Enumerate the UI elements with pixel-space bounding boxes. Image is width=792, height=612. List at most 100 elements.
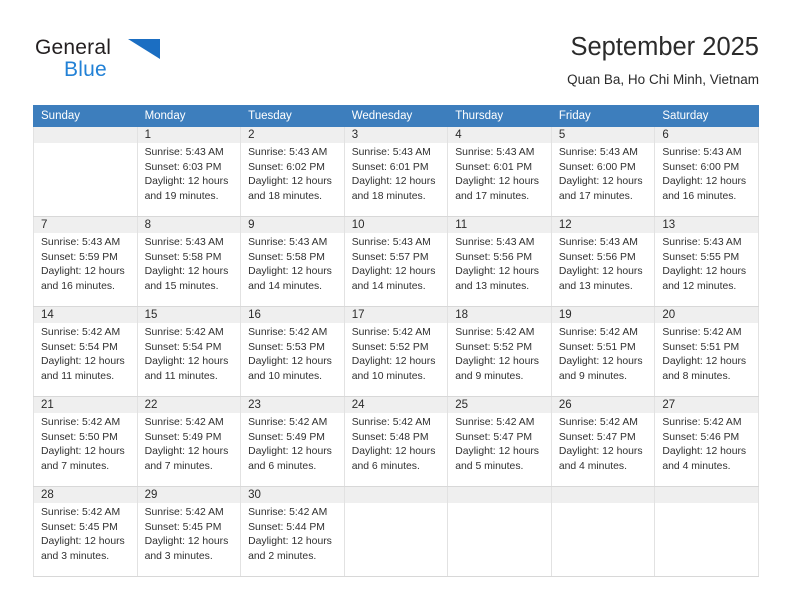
calendar-day-cell[interactable]: 15 Sunrise: 5:42 AM Sunset: 5:54 PM Dayligh…: [136, 306, 242, 397]
calendar-day-cell[interactable]: 26 Sunrise: 5:42 AM Sunset: 5:47 PM Dayligh…: [550, 396, 656, 487]
daylight-text: Daylight: 12 hours and 5 minutes.: [455, 446, 539, 472]
weekday-header-wednesday: Wednesday: [343, 105, 449, 127]
weekday-header-friday: Friday: [550, 105, 656, 127]
calendar-page: General Blue September 2025 Quan Ba, Ho …: [0, 0, 792, 612]
day-sun-info: Sunrise: 5:42 AM Sunset: 5:46 PM Daylight:…: [655, 413, 758, 474]
calendar-day-cell[interactable]: 24 Sunrise: 5:42 AM Sunset: 5:48 PM Dayligh…: [343, 396, 449, 487]
day-sun-info: Sunrise: 5:43 AM Sunset: 5:58 PM Daylight:…: [138, 233, 241, 294]
calendar-day-cell[interactable]: 16 Sunrise: 5:42 AM Sunset: 5:53 PM Dayligh…: [240, 306, 345, 397]
calendar-day-cell[interactable]: 1 Sunrise: 5:43 AM Sunset: 6:03 PM Daylight…: [136, 126, 242, 217]
day-cell-inner: [344, 487, 448, 576]
daylight-text: Daylight: 12 hours and 18 minutes.: [351, 176, 436, 202]
sunset-text: Sunset: 5:58 PM: [248, 251, 325, 263]
day-sun-info: Sunrise: 5:43 AM Sunset: 5:56 PM Daylight:…: [448, 233, 551, 294]
day-cell-inner: 22 Sunrise: 5:42 AM Sunset: 5:49 PM Dayligh…: [137, 397, 241, 486]
day-sun-info: Sunrise: 5:42 AM Sunset: 5:44 PM Daylight:…: [241, 503, 344, 564]
calendar-day-cell[interactable]: 12 Sunrise: 5:43 AM Sunset: 5:56 PM Dayligh…: [550, 216, 656, 307]
day-number: [344, 487, 448, 503]
day-sun-info: Sunrise: 5:43 AM Sunset: 6:00 PM Daylight:…: [552, 143, 655, 204]
calendar-day-cell[interactable]: 7 Sunrise: 5:43 AM Sunset: 5:59 PM Daylight…: [33, 216, 138, 307]
sunset-text: Sunset: 6:01 PM: [351, 161, 429, 173]
day-cell-inner: 2 Sunrise: 5:43 AM Sunset: 6:02 PM Daylight…: [241, 127, 344, 216]
day-number: 21: [34, 397, 137, 413]
day-cell-inner: 16 Sunrise: 5:42 AM Sunset: 5:53 PM Dayligh…: [241, 307, 344, 396]
calendar-day-cell[interactable]: 28 Sunrise: 5:42 AM Sunset: 5:45 PM Dayligh…: [33, 486, 138, 577]
calendar-day-cell[interactable]: 22 Sunrise: 5:42 AM Sunset: 5:49 PM Dayligh…: [136, 396, 242, 487]
calendar-day-cell-empty: [447, 486, 552, 577]
calendar-day-cell[interactable]: 10 Sunrise: 5:43 AM Sunset: 5:57 PM Dayligh…: [343, 216, 449, 307]
general-blue-logo[interactable]: General Blue: [35, 36, 235, 94]
calendar-day-cell[interactable]: 5 Sunrise: 5:43 AM Sunset: 6:00 PM Daylight…: [550, 126, 656, 217]
sunrise-text: Sunrise: 5:43 AM: [41, 237, 121, 248]
sunset-text: Sunset: 5:50 PM: [41, 431, 118, 443]
daylight-text: Daylight: 12 hours and 10 minutes.: [351, 356, 436, 382]
sunrise-text: Sunrise: 5:42 AM: [558, 327, 638, 338]
day-sun-info: Sunrise: 5:43 AM Sunset: 5:58 PM Daylight:…: [241, 233, 344, 294]
day-number: 7: [34, 217, 137, 233]
day-sun-info: Sunrise: 5:42 AM Sunset: 5:52 PM Daylight:…: [345, 323, 448, 384]
sunset-text: Sunset: 5:44 PM: [248, 521, 325, 533]
day-cell-inner: 12 Sunrise: 5:43 AM Sunset: 5:56 PM Dayligh…: [551, 217, 655, 306]
calendar-day-cell[interactable]: 29 Sunrise: 5:42 AM Sunset: 5:45 PM Dayligh…: [136, 486, 242, 577]
calendar-week-row: 21 Sunrise: 5:42 AM Sunset: 5:50 PM Dayligh…: [33, 396, 759, 487]
day-cell-inner: 15 Sunrise: 5:42 AM Sunset: 5:54 PM Dayligh…: [137, 307, 241, 396]
weekday-header-row: Sunday Monday Tuesday Wednesday Thursday…: [33, 105, 759, 127]
sunset-text: Sunset: 5:48 PM: [351, 431, 429, 443]
sunset-text: Sunset: 5:54 PM: [41, 341, 118, 353]
day-cell-inner: 5 Sunrise: 5:43 AM Sunset: 6:00 PM Daylight…: [551, 127, 655, 216]
calendar-day-cell[interactable]: 14 Sunrise: 5:42 AM Sunset: 5:54 PM Dayligh…: [33, 306, 138, 397]
day-cell-inner: 23 Sunrise: 5:42 AM Sunset: 5:49 PM Dayligh…: [241, 397, 344, 486]
calendar-day-cell[interactable]: 9 Sunrise: 5:43 AM Sunset: 5:58 PM Daylight…: [240, 216, 345, 307]
day-number: 27: [655, 397, 758, 413]
day-number: 8: [137, 217, 241, 233]
calendar-day-cell[interactable]: 19 Sunrise: 5:42 AM Sunset: 5:51 PM Dayligh…: [550, 306, 656, 397]
calendar-day-cell-empty: [550, 486, 656, 577]
day-cell-inner: 17 Sunrise: 5:42 AM Sunset: 5:52 PM Dayligh…: [344, 307, 448, 396]
daylight-text: Daylight: 12 hours and 15 minutes.: [144, 266, 229, 292]
sunset-text: Sunset: 5:51 PM: [558, 341, 636, 353]
daylight-text: Daylight: 12 hours and 17 minutes.: [455, 176, 539, 202]
weekday-header-monday: Monday: [136, 105, 242, 127]
sunrise-text: Sunrise: 5:42 AM: [248, 507, 328, 518]
sunrise-text: Sunrise: 5:43 AM: [351, 237, 431, 248]
day-number: 26: [551, 397, 655, 413]
calendar-day-cell[interactable]: 20 Sunrise: 5:42 AM Sunset: 5:51 PM Dayligh…: [654, 306, 759, 397]
daylight-text: Daylight: 12 hours and 16 minutes.: [41, 266, 125, 292]
day-cell-inner: 24 Sunrise: 5:42 AM Sunset: 5:48 PM Dayligh…: [344, 397, 448, 486]
calendar-body: 1 Sunrise: 5:43 AM Sunset: 6:03 PM Daylight…: [33, 126, 759, 577]
day-sun-info: Sunrise: 5:42 AM Sunset: 5:54 PM Daylight:…: [34, 323, 137, 384]
calendar-day-cell[interactable]: 30 Sunrise: 5:42 AM Sunset: 5:44 PM Dayligh…: [240, 486, 345, 577]
calendar-day-cell[interactable]: 25 Sunrise: 5:42 AM Sunset: 5:47 PM Dayligh…: [447, 396, 552, 487]
day-number: 16: [241, 307, 344, 323]
calendar-day-cell[interactable]: 4 Sunrise: 5:43 AM Sunset: 6:01 PM Daylight…: [447, 126, 552, 217]
calendar-day-cell[interactable]: 23 Sunrise: 5:42 AM Sunset: 5:49 PM Dayligh…: [240, 396, 345, 487]
sunset-text: Sunset: 5:47 PM: [455, 431, 533, 443]
calendar-day-cell[interactable]: 8 Sunrise: 5:43 AM Sunset: 5:58 PM Daylight…: [136, 216, 242, 307]
day-cell-inner: 7 Sunrise: 5:43 AM Sunset: 5:59 PM Daylight…: [34, 217, 137, 306]
day-sun-info: Sunrise: 5:43 AM Sunset: 5:59 PM Daylight:…: [34, 233, 137, 294]
day-number: 4: [448, 127, 551, 143]
sunset-text: Sunset: 5:49 PM: [248, 431, 325, 443]
day-number: 11: [448, 217, 551, 233]
day-sun-info: Sunrise: 5:42 AM Sunset: 5:51 PM Daylight:…: [655, 323, 758, 384]
calendar-day-cell[interactable]: 6 Sunrise: 5:43 AM Sunset: 6:00 PM Daylight…: [654, 126, 759, 217]
calendar-day-cell[interactable]: 2 Sunrise: 5:43 AM Sunset: 6:02 PM Daylight…: [240, 126, 345, 217]
calendar-day-cell[interactable]: 27 Sunrise: 5:42 AM Sunset: 5:46 PM Dayligh…: [654, 396, 759, 487]
day-number: 24: [344, 397, 448, 413]
calendar-day-cell[interactable]: 11 Sunrise: 5:43 AM Sunset: 5:56 PM Dayligh…: [447, 216, 552, 307]
calendar-week-row: 1 Sunrise: 5:43 AM Sunset: 6:03 PM Daylight…: [33, 126, 759, 217]
calendar-day-cell[interactable]: 3 Sunrise: 5:43 AM Sunset: 6:01 PM Daylight…: [343, 126, 449, 217]
day-number: [34, 127, 137, 143]
daylight-text: Daylight: 12 hours and 6 minutes.: [248, 446, 332, 472]
day-number: 30: [241, 487, 344, 503]
sunset-text: Sunset: 5:46 PM: [662, 431, 740, 443]
calendar-day-cell[interactable]: 17 Sunrise: 5:42 AM Sunset: 5:52 PM Dayligh…: [343, 306, 449, 397]
calendar-day-cell[interactable]: 21 Sunrise: 5:42 AM Sunset: 5:50 PM Dayligh…: [33, 396, 138, 487]
daylight-text: Daylight: 12 hours and 9 minutes.: [455, 356, 539, 382]
daylight-text: Daylight: 12 hours and 10 minutes.: [248, 356, 332, 382]
calendar-day-cell[interactable]: 13 Sunrise: 5:43 AM Sunset: 5:55 PM Dayligh…: [654, 216, 759, 307]
calendar-day-cell[interactable]: 18 Sunrise: 5:42 AM Sunset: 5:52 PM Dayligh…: [447, 306, 552, 397]
sunrise-text: Sunrise: 5:42 AM: [351, 417, 431, 428]
day-number: [551, 487, 655, 503]
sunrise-text: Sunrise: 5:42 AM: [248, 417, 328, 428]
